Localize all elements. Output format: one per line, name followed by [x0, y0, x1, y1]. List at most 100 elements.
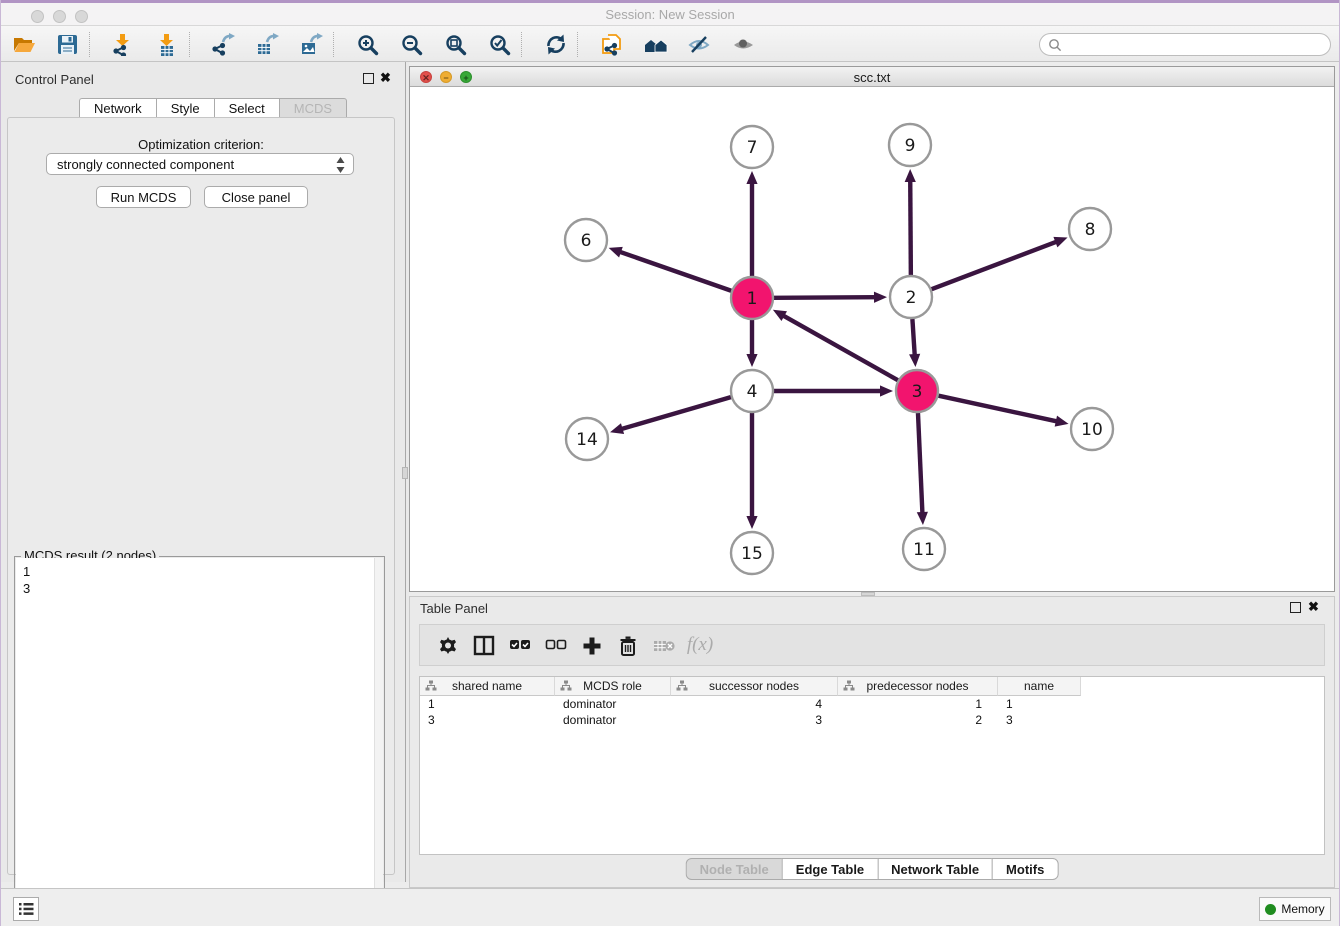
tab-motifs[interactable]: Motifs — [992, 858, 1058, 880]
graph-node-8[interactable]: 8 — [1069, 208, 1111, 250]
graph-edge-3-11[interactable] — [917, 413, 928, 525]
zoom-fit-button[interactable] — [441, 31, 471, 58]
hierarchy-icon — [676, 680, 688, 692]
tab-style[interactable]: Style — [156, 98, 214, 118]
cell-predecessor-nodes[interactable]: 1 — [838, 696, 998, 712]
graph-node-11[interactable]: 11 — [903, 528, 945, 570]
column-header-successor-nodes[interactable]: successor nodes — [671, 677, 838, 696]
graph-edge-3-1[interactable] — [773, 310, 898, 380]
show-columns-button[interactable] — [466, 630, 502, 660]
graph-edge-2-8[interactable] — [932, 237, 1068, 289]
unchecked-boxes-icon — [545, 635, 567, 656]
table-panel-title: Table Panel — [420, 601, 488, 616]
plus-icon — [581, 635, 603, 656]
select-all-columns-button[interactable] — [502, 630, 538, 660]
show-details-button[interactable] — [729, 31, 759, 58]
graph-node-4[interactable]: 4 — [731, 370, 773, 412]
graph-edge-1-4[interactable] — [746, 320, 757, 367]
graph-edge-1-7[interactable] — [746, 171, 757, 276]
tab-edge-table[interactable]: Edge Table — [782, 858, 877, 880]
graph-edge-4-14[interactable] — [610, 397, 731, 434]
optimization-criterion-dropdown[interactable]: strongly connected component — [46, 153, 354, 175]
zoom-selected-button[interactable] — [485, 31, 515, 58]
cell-MCDS-role[interactable]: dominator — [555, 712, 671, 728]
mcds-result-scrollbar[interactable] — [374, 558, 383, 926]
memory-label: Memory — [1281, 902, 1324, 916]
graph-node-3[interactable]: 3 — [896, 370, 938, 412]
toolbar-separator — [577, 32, 578, 57]
graph-edge-1-6[interactable] — [609, 247, 732, 291]
graph-edge-4-15[interactable] — [746, 413, 757, 529]
import-network-button[interactable] — [109, 31, 139, 58]
graph-node-10[interactable]: 10 — [1071, 408, 1113, 450]
graph-node-label: 15 — [741, 544, 763, 564]
cell-successor-nodes[interactable]: 3 — [671, 712, 838, 728]
export-table-button[interactable] — [253, 31, 283, 58]
run-mcds-button[interactable]: Run MCDS — [96, 186, 191, 208]
splitter-handle[interactable] — [402, 467, 408, 479]
graph-node-1[interactable]: 1 — [731, 277, 773, 319]
hide-details-button[interactable] — [685, 31, 715, 58]
export-image-button[interactable] — [297, 31, 327, 58]
graph-edge-4-3[interactable] — [774, 385, 893, 396]
task-history-button[interactable] — [13, 897, 39, 921]
save-session-button[interactable] — [53, 31, 83, 58]
cell-successor-nodes[interactable]: 4 — [671, 696, 838, 712]
graph-node-6[interactable]: 6 — [565, 219, 607, 261]
graph-node-14[interactable]: 14 — [566, 418, 608, 460]
hierarchy-icon — [560, 680, 572, 692]
close-panel-icon[interactable]: ✖ — [380, 70, 391, 86]
cell-name[interactable]: 3 — [998, 712, 1081, 728]
float-panel-icon[interactable] — [363, 73, 374, 84]
tab-node-table[interactable]: Node Table — [686, 858, 782, 880]
cell-shared-name[interactable]: 1 — [420, 696, 555, 712]
column-header-predecessor-nodes[interactable]: predecessor nodes — [838, 677, 998, 696]
tab-mcds[interactable]: MCDS — [279, 98, 347, 118]
mcds-result-text[interactable]: 1 3 — [16, 558, 374, 926]
graph-node-7[interactable]: 7 — [731, 126, 773, 168]
network-window-titlebar[interactable]: ✕ − + scc.txt — [410, 67, 1334, 87]
home-layout-button[interactable] — [641, 31, 671, 58]
graph-node-9[interactable]: 9 — [889, 124, 931, 166]
table-row-1[interactable]: 1dominator411 — [420, 696, 1081, 712]
tab-network-table[interactable]: Network Table — [877, 858, 992, 880]
cell-name[interactable]: 1 — [998, 696, 1081, 712]
tab-select[interactable]: Select — [214, 98, 279, 118]
duplicate-network-button[interactable] — [597, 31, 627, 58]
open-session-button[interactable] — [9, 31, 39, 58]
list-icon — [18, 902, 34, 916]
delete-columns-button[interactable] — [610, 630, 646, 660]
close-panel-icon[interactable]: ✖ — [1308, 599, 1319, 615]
import-table-button[interactable] — [153, 31, 183, 58]
column-header-MCDS-role[interactable]: MCDS role — [555, 677, 671, 696]
graph-edge-2-9[interactable] — [905, 169, 916, 275]
export-network-button[interactable] — [209, 31, 239, 58]
deselect-all-columns-button[interactable] — [538, 630, 574, 660]
table-settings-button[interactable] — [430, 630, 466, 660]
search-input[interactable] — [1066, 38, 1330, 52]
memory-button[interactable]: Memory — [1259, 897, 1331, 921]
float-panel-icon[interactable] — [1290, 602, 1301, 613]
cell-MCDS-role[interactable]: dominator — [555, 696, 671, 712]
trash-icon — [617, 635, 639, 656]
graph-edge-2-3[interactable] — [909, 319, 920, 367]
column-header-shared-name[interactable]: shared name — [420, 677, 555, 696]
tab-network[interactable]: Network — [79, 98, 156, 118]
search-box[interactable] — [1039, 33, 1331, 56]
network-canvas[interactable]: 7 9 6 8 1 2 4 3 14 10 15 11 — [410, 87, 1334, 591]
refresh-button[interactable] — [541, 31, 571, 58]
graph-edge-3-10[interactable] — [938, 396, 1068, 427]
graph-edge-1-2[interactable] — [774, 292, 887, 303]
cell-predecessor-nodes[interactable]: 2 — [838, 712, 998, 728]
column-header-name[interactable]: name — [998, 677, 1081, 696]
close-panel-button[interactable]: Close panel — [204, 186, 308, 208]
zoom-out-button[interactable] — [397, 31, 427, 58]
cell-shared-name[interactable]: 3 — [420, 712, 555, 728]
vertical-splitter[interactable] — [401, 62, 409, 882]
refresh-icon — [544, 33, 568, 56]
graph-node-2[interactable]: 2 — [890, 276, 932, 318]
table-row-2[interactable]: 3dominator323 — [420, 712, 1081, 728]
graph-node-15[interactable]: 15 — [731, 532, 773, 574]
zoom-in-button[interactable] — [353, 31, 383, 58]
create-column-button[interactable] — [574, 630, 610, 660]
